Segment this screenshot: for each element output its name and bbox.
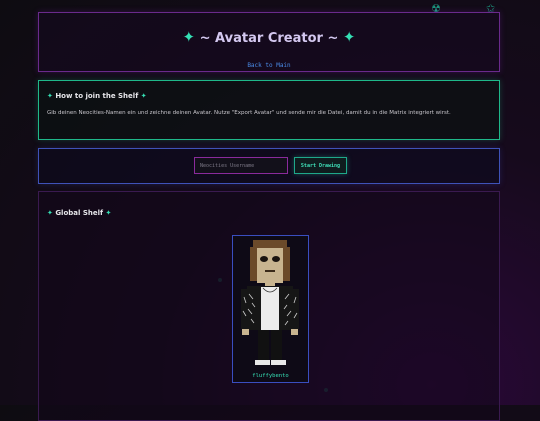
diamond-icon: ✦ — [342, 28, 356, 46]
join-heading-text: How to join the Shelf — [55, 92, 139, 100]
shelf-heading: ✦ Global Shelf ✦ — [47, 209, 111, 217]
join-instructions: Gib deinen Neocities-Namen ein und zeich… — [47, 110, 451, 116]
join-info-panel: ✦ How to join the Shelf ✦ Gib deinen Neo… — [38, 80, 500, 140]
avatar-image — [241, 240, 299, 365]
username-form-panel: Start Drawing — [38, 148, 500, 184]
header-panel: ✦ ~ Avatar Creator ~ ✦ Back to Main — [38, 12, 500, 72]
username-input[interactable] — [194, 157, 288, 174]
start-drawing-button[interactable]: Start Drawing — [294, 157, 347, 174]
diamond-icon: ✦ — [105, 209, 112, 217]
page-title: ✦ ~ Avatar Creator ~ ✦ — [39, 28, 499, 46]
back-to-main-link[interactable]: Back to Main — [247, 62, 290, 69]
diamond-icon: ✦ — [47, 209, 53, 217]
diamond-icon: ✦ — [140, 92, 147, 100]
diamond-icon: ✦ — [47, 92, 53, 100]
diamond-icon: ✦ — [182, 28, 196, 46]
avatar-username: fluffybento — [252, 373, 289, 379]
join-heading: ✦ How to join the Shelf ✦ — [47, 92, 147, 100]
avatar-card[interactable]: fluffybento — [232, 235, 309, 383]
shelf-heading-text: Global Shelf — [55, 209, 104, 217]
global-shelf-panel: ✦ Global Shelf ✦ fluffybento — [38, 191, 500, 421]
page-title-text: ~ Avatar Creator ~ — [199, 31, 339, 46]
